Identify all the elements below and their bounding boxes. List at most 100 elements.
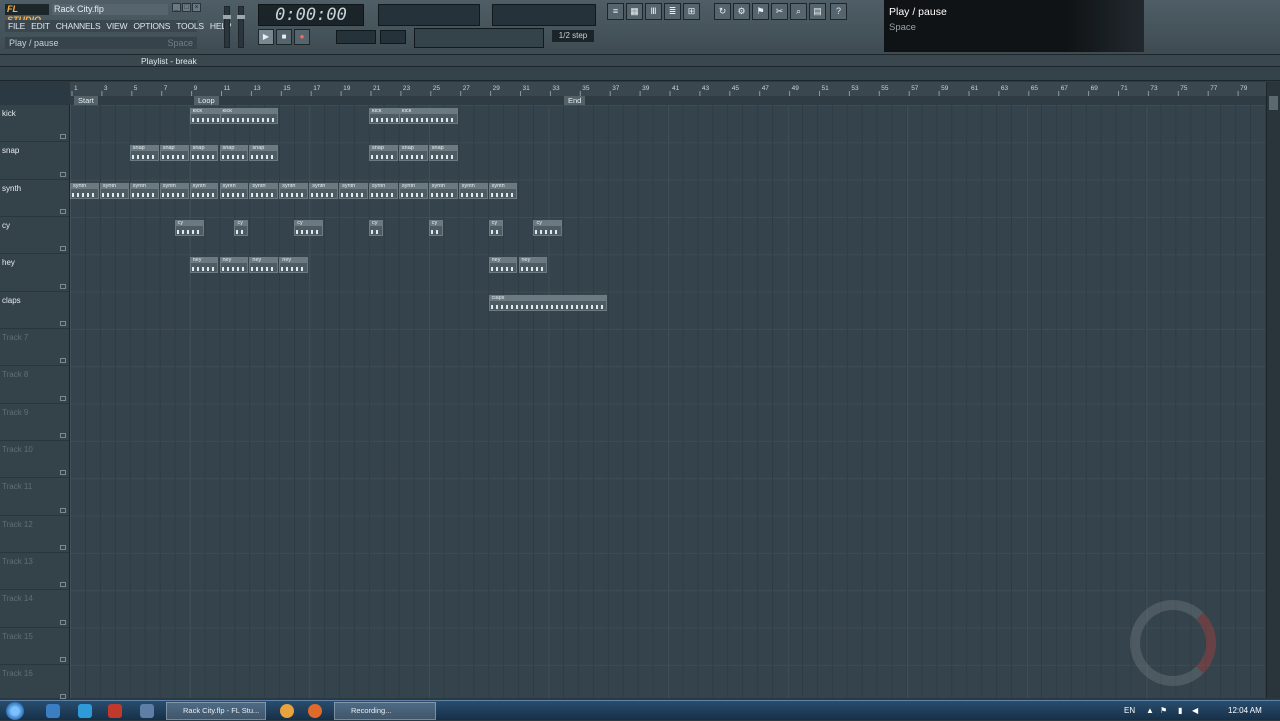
track-row[interactable]: Track 12 — [0, 516, 69, 553]
pattern-clip[interactable]: hey — [219, 257, 249, 274]
track-mute-toggle[interactable] — [60, 208, 66, 214]
pattern-clip[interactable]: snap — [369, 145, 398, 162]
play-button[interactable]: ▶ — [258, 29, 274, 45]
track-row[interactable]: Track 13 — [0, 553, 69, 591]
track-mute-toggle[interactable] — [60, 283, 66, 289]
app-icon[interactable] — [108, 704, 122, 718]
track-row[interactable]: hey — [0, 254, 69, 292]
track-row[interactable]: Track 10 — [0, 441, 69, 479]
pattern-clip[interactable]: hey — [189, 257, 219, 274]
pattern-clip[interactable]: synth — [428, 182, 458, 199]
menu-edit[interactable]: EDIT — [28, 20, 53, 32]
pattern-clip[interactable]: synth — [339, 182, 368, 199]
menu-options[interactable]: OPTIONS — [130, 20, 173, 32]
pattern-clip[interactable]: hey — [518, 257, 548, 274]
stop-button[interactable]: ■ — [276, 29, 292, 45]
pattern-clip[interactable]: snap — [219, 145, 249, 162]
playlist-window-icon[interactable]: ≡ — [607, 3, 624, 20]
track-mute-toggle[interactable] — [60, 171, 66, 177]
menu-view[interactable]: VIEW — [103, 20, 130, 32]
track-mute-toggle[interactable] — [60, 619, 66, 625]
pattern-clip[interactable]: snap — [189, 145, 219, 162]
pattern-clip[interactable]: snap — [428, 145, 458, 162]
pattern-clip[interactable]: cy — [428, 219, 443, 236]
track-mute-toggle[interactable] — [60, 246, 66, 252]
render-icon[interactable]: ⚑ — [752, 3, 769, 20]
vertical-scrollbar[interactable] — [1266, 82, 1280, 698]
track-mute-toggle[interactable] — [60, 507, 66, 513]
step-sequencer-icon[interactable]: ▦ — [626, 3, 643, 20]
pattern-clip[interactable]: synth — [70, 182, 99, 199]
pattern-clip[interactable]: synth — [249, 182, 279, 199]
tray-flag-icon[interactable]: ⚑ — [1160, 701, 1167, 721]
track-row[interactable]: Track 14 — [0, 590, 69, 628]
track-row[interactable]: cy — [0, 217, 69, 255]
menu-file[interactable]: FILE — [5, 20, 28, 32]
minimize-button[interactable]: _ — [172, 3, 181, 12]
recording-options[interactable] — [414, 28, 544, 48]
track-row[interactable]: claps — [0, 292, 69, 329]
track-mute-toggle[interactable] — [60, 134, 66, 140]
pattern-clip[interactable]: synth — [279, 182, 309, 199]
pattern-clip[interactable]: cy — [234, 219, 249, 236]
tray-network-icon[interactable]: ▮ — [1178, 701, 1182, 721]
pattern-clip[interactable]: snap — [249, 145, 279, 162]
pattern-clip[interactable]: cy — [174, 219, 204, 236]
track-row[interactable]: snap — [0, 142, 69, 180]
track-row[interactable]: Track 15 — [0, 628, 69, 665]
loop-marker[interactable]: Loop — [194, 96, 219, 105]
pattern-clip[interactable]: snap — [398, 145, 428, 162]
track-row[interactable]: Track 9 — [0, 404, 69, 441]
timeline-ruler[interactable]: 1 3 5 7 9 11 13 15 17 19 21 23 25 27 29 31 33 35 37 39 41 43 4… — [70, 82, 1266, 96]
playlist-grid[interactable]: kick kick kick kick snap snap snap snap snap snap… — [70, 105, 1266, 698]
pattern-clip[interactable]: synth — [488, 182, 518, 199]
pattern-clip[interactable]: kick — [398, 108, 458, 124]
end-marker[interactable]: End — [564, 96, 586, 105]
scrollbar-thumb[interactable] — [1269, 96, 1278, 110]
pattern-clip[interactable]: synth — [189, 182, 219, 199]
close-button[interactable]: × — [192, 3, 201, 12]
pattern-clip[interactable]: cy — [369, 219, 383, 236]
pattern-clip[interactable]: synth — [99, 182, 129, 199]
ie-icon[interactable] — [78, 704, 92, 718]
pattern-clip[interactable]: synth — [458, 182, 488, 199]
pattern-clip[interactable]: synth — [369, 182, 398, 199]
mixer-icon[interactable]: ⊞ — [683, 3, 700, 20]
maximize-button[interactable]: □ — [182, 3, 191, 12]
master-volume-slider[interactable] — [223, 6, 231, 48]
track-mute-toggle[interactable] — [60, 358, 66, 364]
snap-step-selector[interactable]: 1/2 step — [552, 30, 594, 42]
cut-icon[interactable]: ✂ — [771, 3, 788, 20]
track-mute-toggle[interactable] — [60, 432, 66, 438]
pattern-clip[interactable]: hey — [488, 257, 518, 274]
track-row[interactable]: Track 11 — [0, 478, 69, 516]
task-recording[interactable]: Recording... — [334, 702, 436, 720]
track-mute-toggle[interactable] — [60, 320, 66, 326]
menu-help[interactable]: HELP — [207, 20, 234, 32]
tray-arrow-icon[interactable]: ▲ — [1146, 701, 1154, 721]
pattern-clip[interactable]: cy — [533, 219, 563, 236]
track-mute-toggle[interactable] — [60, 582, 66, 588]
track-mute-toggle[interactable] — [60, 656, 66, 662]
pattern-clip[interactable]: synth — [159, 182, 189, 199]
refresh-icon[interactable]: ↻ — [714, 3, 731, 20]
pattern-selector[interactable] — [380, 30, 406, 44]
menu-channels[interactable]: CHANNELS — [53, 20, 104, 32]
explorer-icon[interactable] — [140, 704, 154, 718]
browser-icon[interactable]: ≣ — [664, 3, 681, 20]
track-mute-toggle[interactable] — [60, 470, 66, 476]
pattern-clip[interactable]: hey — [249, 257, 279, 274]
settings-icon[interactable]: ⚙ — [733, 3, 750, 20]
track-row[interactable]: Track 8 — [0, 366, 69, 404]
track-row[interactable]: Track 7 — [0, 329, 69, 367]
pattern-clip[interactable]: synth — [129, 182, 159, 199]
document-icon[interactable]: ▤ — [809, 3, 826, 20]
desktop-icon[interactable] — [46, 704, 60, 718]
tray-volume-icon[interactable]: ◀ — [1192, 701, 1198, 721]
chrome-icon[interactable] — [280, 704, 294, 718]
language-indicator[interactable]: EN — [1124, 701, 1135, 721]
track-row[interactable]: synth — [0, 180, 69, 217]
help-icon[interactable]: ? — [830, 3, 847, 20]
start-marker[interactable]: Start — [74, 96, 98, 105]
pattern-clip[interactable]: synth — [398, 182, 428, 199]
